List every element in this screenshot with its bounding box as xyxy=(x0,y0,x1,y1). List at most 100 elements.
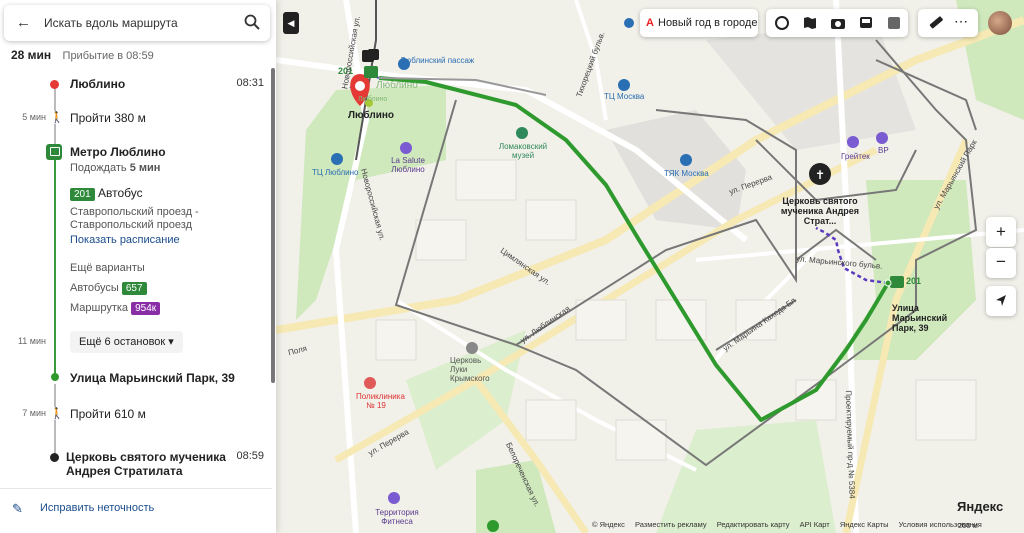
alt-buses: Автобусы 657 xyxy=(70,282,147,295)
end-name-line1: Церковь святого мученика xyxy=(66,450,226,464)
start-time: 08:31 xyxy=(236,77,264,89)
route-steps: Люблино 08:31 5 мин 🚶 Пройти 380 м Метро… xyxy=(0,66,272,486)
shop-poi-icon[interactable] xyxy=(331,153,343,165)
fitness-poi-icon[interactable] xyxy=(388,492,400,504)
wait-label: Подождать xyxy=(70,162,127,174)
lomakovsky-label: Ломаковский музей xyxy=(498,142,548,160)
store-poi-icon[interactable] xyxy=(876,132,888,144)
layers-toolbar xyxy=(766,9,908,37)
lasalute-label: La Salute Люблино xyxy=(391,156,425,174)
camera-icon[interactable] xyxy=(830,15,846,31)
zoom-in-button[interactable]: + xyxy=(986,217,1016,247)
alternatives-title: Ещё варианты xyxy=(70,262,145,274)
scrollbar[interactable] xyxy=(271,68,275,383)
end-dot xyxy=(50,453,59,462)
tools-toolbar: ⋯ xyxy=(918,9,978,37)
ads-link[interactable]: Разместить рекламу xyxy=(635,520,707,529)
clinic-poi-icon[interactable] xyxy=(364,377,376,389)
scale-bar: 200 м xyxy=(958,521,978,530)
church-pin[interactable]: ✝ xyxy=(809,163,831,185)
ruler-icon[interactable] xyxy=(928,14,944,33)
alt-buses-label: Автобусы xyxy=(70,282,119,294)
collapse-panel-button[interactable]: ◀ xyxy=(283,12,299,34)
new-year-button[interactable]: Новый год в городе xyxy=(640,9,758,37)
shop-poi-icon[interactable] xyxy=(680,154,692,166)
route-duration: 28 мин xyxy=(11,48,52,62)
bus-stop-icon xyxy=(46,144,62,160)
bus-number-badge[interactable]: 201 xyxy=(70,188,95,201)
walk2-duration: 7 мин xyxy=(22,408,46,418)
user-avatar[interactable] xyxy=(988,11,1012,35)
location-arrow-icon xyxy=(996,295,1006,306)
park-poi-icon[interactable] xyxy=(487,520,499,532)
edit-map-link[interactable]: Редактировать карту xyxy=(717,520,790,529)
shop-poi-icon[interactable] xyxy=(624,18,634,28)
layers-icon[interactable] xyxy=(774,15,790,31)
copyright: © Яндекс xyxy=(592,520,625,529)
museum-poi-icon[interactable] xyxy=(516,127,528,139)
bus-line xyxy=(54,160,56,378)
fix-error-row[interactable]: ✎ Исправить неточность xyxy=(0,488,272,533)
stop-marinsky-label: Улица Марьинский Парк, 39 xyxy=(892,303,948,333)
church-poi-icon[interactable] xyxy=(466,342,478,354)
store-poi-icon[interactable] xyxy=(847,136,859,148)
map-footer: © Яндекс Разместить рекламу Редактироват… xyxy=(592,520,990,529)
search-icon[interactable] xyxy=(244,14,260,33)
transport-icon[interactable] xyxy=(858,15,874,31)
lublino-green-label: Люблино xyxy=(376,80,418,91)
shop-poi-icon[interactable] xyxy=(618,79,630,91)
poliklinika-label: Поликлиника № 19 xyxy=(356,392,405,410)
map-canvas[interactable]: ✝ Люблино Люблинский пассаж Люблино 201 … xyxy=(276,0,1024,533)
walk2-text: Пройти 610 м xyxy=(70,407,146,421)
walk-text: Пройти 380 м xyxy=(70,111,146,125)
ride-duration: 11 мин xyxy=(17,336,46,346)
start-name: Люблино xyxy=(70,77,126,91)
bus-type: Автобус xyxy=(98,186,143,200)
show-schedule-link[interactable]: Показать расписание xyxy=(70,234,180,246)
stop2-name: Улица Марьинский Парк, 39 xyxy=(70,371,235,385)
new-year-label: Новый год в городе xyxy=(658,17,758,29)
service-link[interactable]: Яндекс Карты xyxy=(840,520,889,529)
wait-info: Подождать 5 мин xyxy=(70,162,160,174)
medical-poi-icon[interactable] xyxy=(400,142,412,154)
bus-direction: Ставропольский проезд - Ставропольский п… xyxy=(70,206,199,231)
locate-button[interactable] xyxy=(986,286,1016,316)
api-link[interactable]: API Карт xyxy=(800,520,830,529)
pencil-icon: ✎ xyxy=(12,501,23,516)
church-label: Церковь святого мученика Андрея Страт... xyxy=(780,196,860,226)
walk-duration: 5 мин xyxy=(22,112,46,122)
tc-lublino-label: ТЦ Люблино xyxy=(312,168,359,177)
map-icon[interactable] xyxy=(802,15,818,31)
arrival-time: Прибытие в 08:59 xyxy=(62,50,154,62)
zoom-out-button[interactable]: − xyxy=(986,248,1016,278)
more-stops-label: Ещё 6 остановок xyxy=(79,336,166,348)
search-box: ← xyxy=(4,5,270,41)
panorama-icon[interactable] xyxy=(886,15,902,31)
stop-dot xyxy=(51,373,59,381)
lublino-passage-label: Люблинский пассаж xyxy=(400,56,475,65)
bus-info: 201 Автобус xyxy=(70,186,143,201)
industrial-area xyxy=(706,20,916,150)
alt-minibus: Маршрутка 954к xyxy=(70,302,161,315)
back-arrow-icon[interactable]: ← xyxy=(16,14,31,31)
walk-icon: 🚶 xyxy=(50,407,64,420)
start-dot xyxy=(50,80,59,89)
more-icon[interactable]: ⋯ xyxy=(954,13,968,30)
minibus-954k-badge[interactable]: 954к xyxy=(131,302,161,315)
bus-657-badge[interactable]: 657 xyxy=(121,282,147,295)
alt-minibus-label: Маршрутка xyxy=(70,302,129,314)
more-stops-button[interactable]: Ещё 6 остановок ▾ xyxy=(70,331,183,353)
territoria-label: Территория Фитнеса xyxy=(375,508,419,526)
vr-label: ВР xyxy=(878,146,889,155)
stop-name: Метро Люблино xyxy=(70,145,166,159)
tc-moskva-label: ТЦ Москва xyxy=(604,92,645,101)
search-input[interactable] xyxy=(44,13,234,33)
road xyxy=(695,228,1024,262)
metro-lublino-label: Люблино xyxy=(358,96,388,103)
bus-stop-marker-start[interactable] xyxy=(362,49,379,78)
church-luki-label: Церковь Луки Крымского xyxy=(450,356,490,383)
route-summary: 28 мин Прибытие в 08:59 xyxy=(11,48,154,62)
wait-value: 5 мин xyxy=(129,162,161,174)
bus-201-end-label: 201 xyxy=(906,276,922,286)
fix-error-label: Исправить неточность xyxy=(40,502,155,514)
